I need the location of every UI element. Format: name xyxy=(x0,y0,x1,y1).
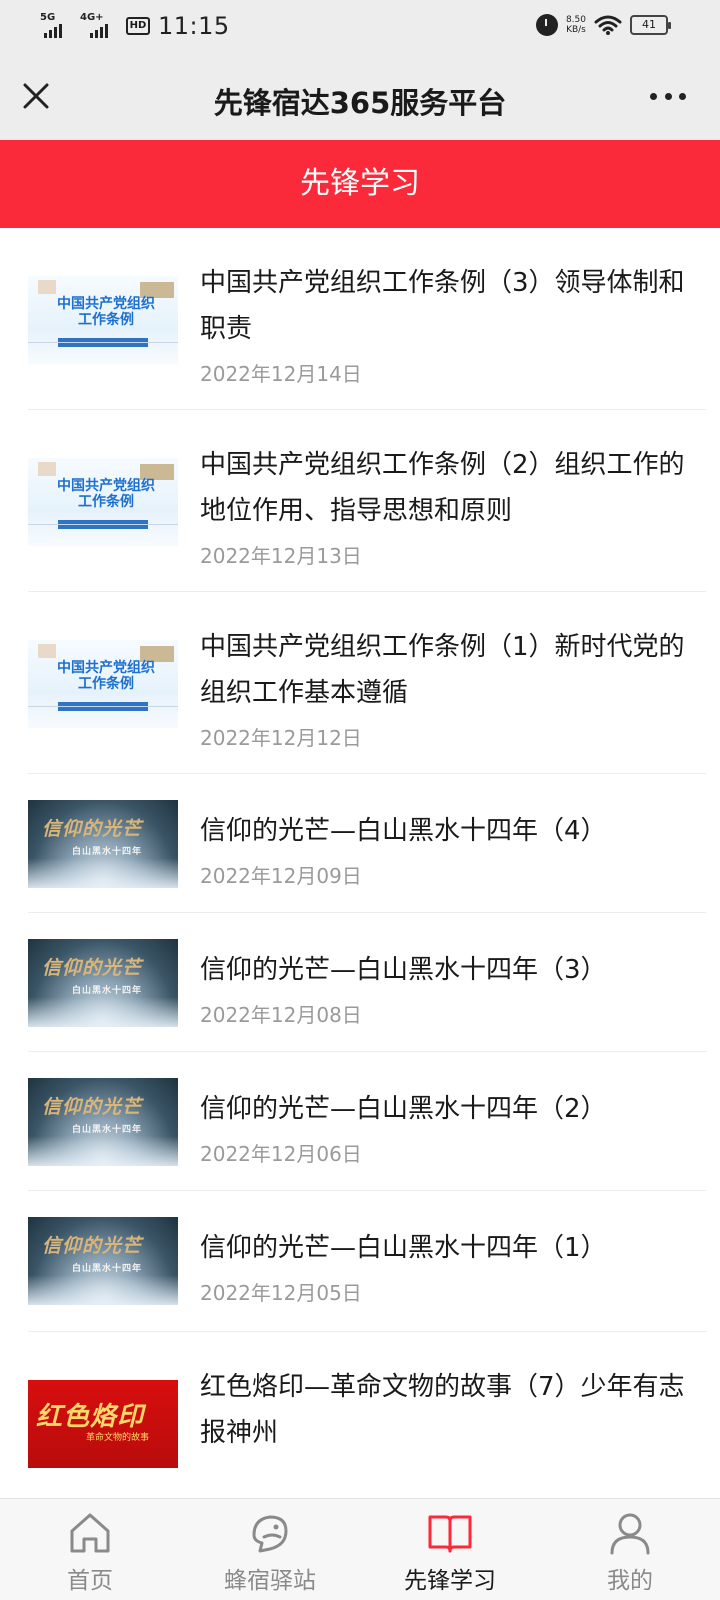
network-speed: 8.50 KB/s xyxy=(566,15,586,35)
thumbnail-subtext: 白山黑水十四年 xyxy=(72,986,143,996)
signal-4g-label: 4G+ xyxy=(80,12,104,23)
list-item[interactable]: 中国共产党组织工作条例 中国共产党组织工作条例（1）新时代党的组织工作基本遵循 … xyxy=(28,592,706,774)
thumbnail-text: 中国共产党组织工作条例 xyxy=(57,478,155,510)
thumbnail-subtext: 白山黑水十四年 xyxy=(72,847,143,857)
list-item[interactable]: 信仰的光芒 白山黑水十四年 信仰的光芒—白山黑水十四年（1） 2022年12月0… xyxy=(28,1191,706,1332)
article-thumbnail: 信仰的光芒 白山黑水十四年 xyxy=(28,1078,178,1166)
status-left: 5G 4G+ HD 11:15 xyxy=(40,12,230,40)
article-thumbnail: 中国共产党组织工作条例 xyxy=(28,640,178,728)
nav-label-home: 首页 xyxy=(67,1568,113,1594)
article-date: 2022年12月05日 xyxy=(200,1281,362,1305)
thumbnail-subtext: 革命文物的故事 xyxy=(86,1433,150,1443)
battery-level: 41 xyxy=(642,18,656,31)
more-icon xyxy=(650,92,657,100)
bottom-nav: 首页 蜂宿驿站 先锋学习 我的 xyxy=(0,1498,720,1600)
article-title: 信仰的光芒—白山黑水十四年（3） xyxy=(200,955,607,985)
network-speed-unit: KB/s xyxy=(566,25,586,35)
wifi-icon xyxy=(594,15,622,35)
signal-5g-icon: 5G xyxy=(40,12,72,38)
list-item[interactable]: 红色烙印 革命文物的故事 红色烙印—革命文物的故事（7）少年有志报神州 xyxy=(28,1332,706,1498)
article-title: 中国共产党组织工作条例（1）新时代党的组织工作基本遵循 xyxy=(200,632,685,708)
article-list: 中国共产党组织工作条例 中国共产党组织工作条例（3）领导体制和职责 2022年1… xyxy=(0,228,720,1498)
network-speed-value: 8.50 xyxy=(565,15,586,25)
nav-item-home[interactable]: 首页 xyxy=(0,1499,180,1600)
battery-icon: 41 xyxy=(630,15,671,35)
nav-label-learning: 先锋学习 xyxy=(404,1568,496,1594)
thumbnail-text: 信仰的光芒 xyxy=(42,957,143,979)
article-date: 2022年12月09日 xyxy=(200,864,362,888)
thumbnail-subtext: 白山黑水十四年 xyxy=(72,1125,143,1135)
article-title: 信仰的光芒—白山黑水十四年（2） xyxy=(200,1094,607,1124)
status-right: 8.50 KB/s 41 xyxy=(535,14,671,36)
article-date: 2022年12月13日 xyxy=(200,544,362,568)
thumbnail-text: 中国共产党组织工作条例 xyxy=(57,660,155,692)
page-title: 先锋宿达365服务平台 xyxy=(213,86,507,120)
article-title: 信仰的光芒—白山黑水十四年（4） xyxy=(200,816,607,846)
more-button[interactable] xyxy=(650,84,686,108)
thumbnail-text: 信仰的光芒 xyxy=(42,1096,143,1118)
nav-item-station[interactable]: 蜂宿驿站 xyxy=(180,1499,360,1600)
thumbnail-text: 中国共产党组织工作条例 xyxy=(57,296,155,328)
thumbnail-text: 信仰的光芒 xyxy=(42,1235,143,1257)
article-thumbnail: 中国共产党组织工作条例 xyxy=(28,276,178,364)
article-date: 2022年12月06日 xyxy=(200,1142,362,1166)
article-title: 红色烙印—革命文物的故事（7）少年有志报神州 xyxy=(200,1372,685,1448)
nav-item-mine[interactable]: 我的 xyxy=(540,1499,720,1600)
list-item[interactable]: 中国共产党组织工作条例 中国共产党组织工作条例（3）领导体制和职责 2022年1… xyxy=(28,228,706,410)
thumbnail-text: 信仰的光芒 xyxy=(42,818,143,840)
article-thumbnail: 信仰的光芒 白山黑水十四年 xyxy=(28,800,178,888)
thumbnail-text: 红色烙印 xyxy=(36,1402,145,1432)
user-icon xyxy=(610,1513,650,1555)
article-title: 中国共产党组织工作条例（2）组织工作的地位作用、指导思想和原则 xyxy=(200,450,685,526)
section-banner: 先锋学习 xyxy=(0,140,720,228)
nav-label-station: 蜂宿驿站 xyxy=(224,1568,316,1594)
signal-5g-label: 5G xyxy=(40,12,56,23)
article-date: 2022年12月14日 xyxy=(200,362,362,386)
bird-icon xyxy=(252,1515,288,1553)
article-date: 2022年12月12日 xyxy=(200,726,362,750)
nav-item-learning[interactable]: 先锋学习 xyxy=(360,1499,540,1600)
clock: 11:15 xyxy=(158,12,230,40)
article-thumbnail: 信仰的光芒 白山黑水十四年 xyxy=(28,939,178,1027)
alarm-icon xyxy=(535,14,558,36)
article-thumbnail: 信仰的光芒 白山黑水十四年 xyxy=(28,1217,178,1305)
hd-icon: HD xyxy=(126,17,150,35)
status-bar: 5G 4G+ HD 11:15 8.50 KB/s 41 xyxy=(0,0,720,56)
article-title: 中国共产党组织工作条例（3）领导体制和职责 xyxy=(200,268,685,344)
list-item[interactable]: 中国共产党组织工作条例 中国共产党组织工作条例（2）组织工作的地位作用、指导思想… xyxy=(28,410,706,592)
article-title: 信仰的光芒—白山黑水十四年（1） xyxy=(200,1233,607,1263)
home-icon xyxy=(70,1513,110,1553)
list-item[interactable]: 信仰的光芒 白山黑水十四年 信仰的光芒—白山黑水十四年（4） 2022年12月0… xyxy=(28,774,706,913)
article-thumbnail: 红色烙印 革命文物的故事 xyxy=(28,1380,178,1468)
nav-label-mine: 我的 xyxy=(607,1568,653,1594)
title-bar: 先锋宿达365服务平台 xyxy=(0,56,720,140)
book-icon xyxy=(428,1515,472,1553)
list-item[interactable]: 信仰的光芒 白山黑水十四年 信仰的光芒—白山黑水十四年（2） 2022年12月0… xyxy=(28,1052,706,1191)
list-item[interactable]: 信仰的光芒 白山黑水十四年 信仰的光芒—白山黑水十四年（3） 2022年12月0… xyxy=(28,913,706,1052)
signal-4g-icon: 4G+ xyxy=(80,12,118,38)
article-thumbnail: 中国共产党组织工作条例 xyxy=(28,458,178,546)
article-date: 2022年12月08日 xyxy=(200,1003,362,1027)
thumbnail-subtext: 白山黑水十四年 xyxy=(72,1264,143,1274)
